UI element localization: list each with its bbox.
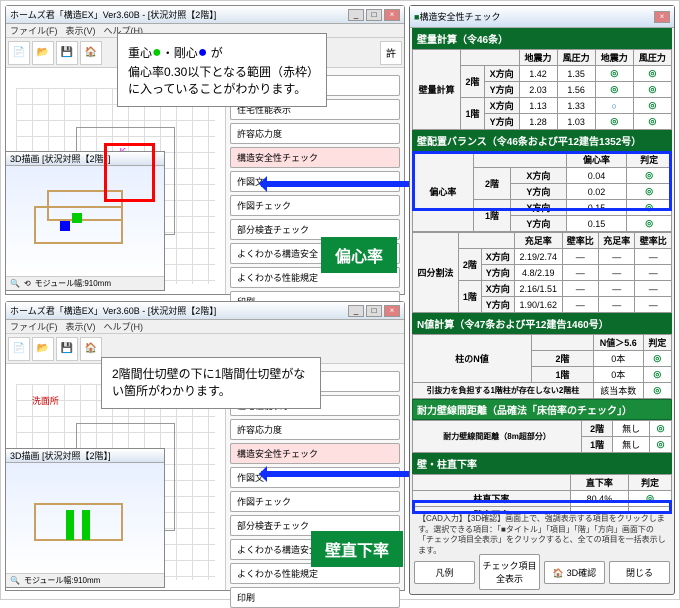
table-wall-qty: 壁量計算地震力風圧力地震力風圧力 2階X方向1.421.35◎◎ Y方向2.03… [412,49,672,130]
close-button[interactable]: × [384,305,400,317]
calc-button[interactable]: 許 [380,41,402,65]
callout-eccentricity: 重心●・剛心● が 偏心率0.30以下となる範囲（赤枠）に入っていることがわかり… [117,33,327,107]
perspective-status: 🔍⟲モジュール幅:910mm [6,276,164,290]
titlebar-bottom: ホームズ君「構造EX」Ver3.60B - [状況対照【2階】] _ □ × [6,302,404,320]
maximize-button[interactable]: □ [366,305,382,317]
check-bottombar: 凡例 チェック項目全表示 🏠 3D確認 閉じる [414,554,670,590]
save-button[interactable]: 💾 [56,337,78,361]
section-direct-rate[interactable]: 壁・柱直下率 [412,453,672,474]
new-button[interactable]: 📄 [8,41,30,65]
perspective-titlebar: 3D描画 [状況対照【2階】] [6,152,164,166]
safety-check-button[interactable]: 構造安全性チェック [230,147,400,168]
arrow-wall-direct [261,471,409,477]
section-nvalue[interactable]: N値計算（令47条および平12建告1460号） [412,313,672,334]
open-button[interactable]: 📂 [32,337,54,361]
save-button[interactable]: 💾 [56,41,78,65]
perspective-window-bottom: 3D描画 [状況対照【2階】] 🔍モジュール幅:910mm [5,448,165,588]
table-eccentricity: 偏心率偏心率判定 2階X方向0.04◎ Y方向0.02◎ 1階X方向0.15◎ … [412,151,672,232]
perspective-viewport[interactable] [6,166,164,276]
label-wall-direct: 壁直下率 [311,531,403,567]
building-button[interactable]: 🏠 [80,41,102,65]
close-button[interactable]: × [384,9,400,21]
method-kyoyou[interactable]: 許容応力度 [230,123,400,144]
confirm-3d-button[interactable]: 🏠 3D確認 [544,561,605,584]
arrow-eccentricity [261,181,409,187]
draft-check-button[interactable]: 作図チェック [230,195,400,216]
close-button[interactable]: × [654,11,670,23]
help-text: 【CAD入力】【3D確認】画面上で、強調表示する項目をクリックします。選択できる… [414,510,670,560]
building-button[interactable]: 🏠 [80,337,102,361]
safety-check-window: ■ 構造安全性チェック × 壁量計算（令46条） 壁量計算地震力風圧力地震力風圧… [409,5,675,595]
section-balance[interactable]: 壁配置バランス（令46条および平12建告1352号） [412,130,672,151]
table-nvalue: 柱のN値N値＞5.6判定 2階0本◎ 1階0本◎ 引抜力を負担する1階柱が存在し… [412,334,672,399]
label-eccentricity: 偏心率 [321,237,397,273]
maximize-button[interactable]: □ [366,9,382,21]
section-wall-dist[interactable]: 耐力壁線間距離（品確法「床倍率のチェック」） [412,399,672,420]
section-wall-qty[interactable]: 壁量計算（令46条） [412,28,672,49]
minimize-button[interactable]: _ [348,9,364,21]
menu-view[interactable]: 表示(V) [66,24,96,37]
table-quadrant: 四分割法充足率壁率比充足率壁率比 2階X方向2.19/2.74——— Y方向4.… [412,232,672,313]
menu-file[interactable]: ファイル(F) [10,24,58,37]
titlebar-top: ホームズ君「構造EX」Ver3.60B - [状況対照【2階】] _ □ × [6,6,404,24]
table-wall-dist: 耐力壁線間距離（8m超部分）2階無し◎ 1階無し◎ [412,420,672,453]
check-body: 壁量計算（令46条） 壁量計算地震力風圧力地震力風圧力 2階X方向1.421.3… [412,28,672,514]
table-direct-rate: 直下率判定 柱直下率80.4%◎ 壁直下率87.3%◎ 耐力壁直下率X方向57.… [412,474,672,514]
minimize-button[interactable]: _ [348,305,364,317]
app-title: ホームズ君「構造EX」Ver3.60B - [状況対照【2階】] [10,8,216,21]
legend-button[interactable]: 凡例 [414,561,475,584]
perspective-window-top: 3D描画 [状況対照【2階】] 🔍⟲モジュール幅:910mm [5,151,165,291]
callout-wall-direct: 2階間仕切壁の下に1階間仕切壁がない箇所がわかります。 [101,357,321,409]
close-check-button[interactable]: 閉じる [609,561,670,584]
open-button[interactable]: 📂 [32,41,54,65]
check-titlebar: ■ 構造安全性チェック × [410,6,674,28]
show-all-button[interactable]: チェック項目全表示 [479,554,540,590]
check-title: 構造安全性チェック [419,10,500,23]
new-button[interactable]: 📄 [8,337,30,361]
